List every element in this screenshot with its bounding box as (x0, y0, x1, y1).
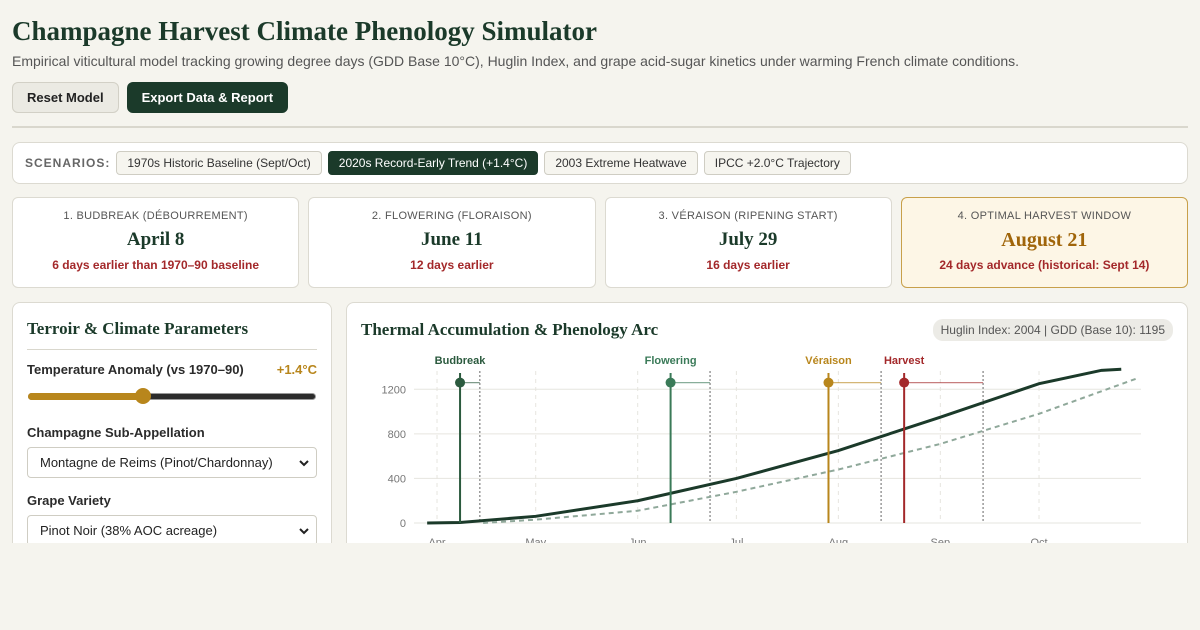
reset-model-button[interactable]: Reset Model (12, 82, 119, 113)
x-tick-label: Oct (1030, 537, 1047, 543)
x-tick-label: May (525, 537, 546, 543)
phenology-stages: 1. BUDBREAK (DÉBOURREMENT) April 8 6 day… (12, 197, 1188, 288)
stage-card-flowering: 2. FLOWERING (FLORAISON) June 11 12 days… (308, 197, 596, 288)
slider-fill (28, 393, 144, 400)
stage-title: 2. FLOWERING (FLORAISON) (371, 210, 532, 222)
chart-title: Thermal Accumulation & Phenology Arc (361, 320, 659, 339)
page: Champagne Harvest Climate Phenology Simu… (0, 0, 1200, 543)
chevron-down-icon (299, 527, 309, 534)
divider (12, 126, 1188, 128)
stage-card-harvest: 4. OPTIMAL HARVEST WINDOW August 21 24 d… (900, 197, 1188, 288)
chevron-down-icon (299, 459, 309, 466)
subappellation-value: Montagne de Reims (Pinot/Chardonnay) (40, 455, 273, 470)
anomaly-value: +1.4°C (276, 362, 317, 377)
chart-header: Thermal Accumulation & Phenology Arc Hug… (361, 319, 1173, 341)
huglin-gdd-badge: Huglin Index: 2004 | GDD (Base 10): 1195 (932, 319, 1173, 341)
stage-date: August 21 (1001, 229, 1088, 251)
x-tick-label: Sep (931, 537, 951, 543)
page-subtitle: Empirical viticultural model tracking gr… (12, 53, 1020, 69)
temperature-anomaly-slider[interactable] (27, 388, 317, 404)
action-bar: Reset Model Export Data & Report (12, 82, 1188, 113)
x-tick-label: Jul (729, 537, 743, 543)
parameters-title: Terroir & Climate Parameters (27, 319, 317, 350)
scenario-bar: SCENARIOS: 1970s Historic Baseline (Sept… (12, 142, 1188, 184)
stage-delta: 6 days earlier than 1970–90 baseline (52, 258, 260, 272)
lower-section: Terroir & Climate Parameters Temperature… (12, 302, 1188, 543)
event-label: Harvest (884, 355, 925, 367)
stage-date: July 29 (718, 229, 778, 250)
scenario-chip-2003[interactable]: 2003 Extreme Heatwave (544, 151, 698, 175)
y-tick-label: 400 (388, 473, 406, 485)
stage-title: 1. BUDBREAK (DÉBOURREMENT) (63, 210, 248, 222)
anomaly-row: Temperature Anomaly (vs 1970–90) +1.4°C (27, 362, 317, 377)
event-point (823, 377, 834, 388)
y-tick-label: 0 (400, 518, 406, 530)
stage-title: 4. OPTIMAL HARVEST WINDOW (957, 210, 1132, 222)
stage-date: April 8 (126, 229, 185, 250)
stage-delta: 24 days advance (historical: Sept 14) (939, 258, 1150, 272)
current-gdd-line (427, 367, 1122, 525)
variety-select[interactable]: Pinot Noir (38% AOC acreage) (27, 515, 317, 543)
subappellation-select[interactable]: Montagne de Reims (Pinot/Chardonnay) (27, 447, 317, 478)
stage-delta: 12 days earlier (410, 258, 494, 272)
variety-label: Grape Variety (27, 493, 111, 508)
event-label: Budbreak (435, 355, 487, 367)
scenario-chip-ipcc[interactable]: IPCC +2.0°C Trajectory (703, 151, 851, 175)
event-label: Flowering (645, 355, 697, 367)
parameters-panel: Terroir & Climate Parameters Temperature… (12, 302, 332, 543)
event-point (455, 377, 466, 388)
chart-panel: Thermal Accumulation & Phenology Arc Hug… (346, 302, 1188, 543)
stage-delta: 16 days earlier (706, 258, 790, 272)
stage-card-veraison: 3. VÉRAISON (RIPENING START) July 29 16 … (604, 197, 892, 288)
subappellation-label: Champagne Sub-Appellation (27, 425, 205, 440)
x-tick-label: Jun (629, 537, 647, 543)
anomaly-label: Temperature Anomaly (vs 1970–90) (27, 362, 244, 377)
event-label: Véraison (805, 355, 852, 367)
app-viewport: Champagne Harvest Climate Phenology Simu… (0, 0, 1200, 543)
scenario-chip-2020s[interactable]: 2020s Record-Early Trend (+1.4°C) (327, 151, 539, 175)
stage-card-budbreak: 1. BUDBREAK (DÉBOURREMENT) April 8 6 day… (12, 197, 300, 288)
scenario-chip-1970s[interactable]: 1970s Historic Baseline (Sept/Oct) (116, 151, 322, 175)
x-tick-label: Aug (829, 537, 849, 543)
event-point (665, 377, 676, 388)
stage-date: June 11 (420, 229, 483, 250)
variety-value: Pinot Noir (38% AOC acreage) (40, 523, 218, 538)
x-tick-label: Apr (428, 537, 445, 543)
slider-thumb[interactable] (135, 388, 151, 404)
y-tick-label: 1200 (382, 384, 406, 396)
export-report-button[interactable]: Export Data & Report (126, 82, 289, 113)
stage-title: 3. VÉRAISON (RIPENING START) (658, 210, 838, 222)
event-point (899, 377, 910, 388)
page-title: Champagne Harvest Climate Phenology Simu… (12, 16, 597, 46)
y-tick-label: 800 (388, 429, 406, 441)
phenology-chart: 0 400 800 1200 Apr May Jun Jul Aug Sep Oct Budbreak… (382, 355, 1141, 543)
scenarios-label: SCENARIOS: (25, 156, 111, 170)
